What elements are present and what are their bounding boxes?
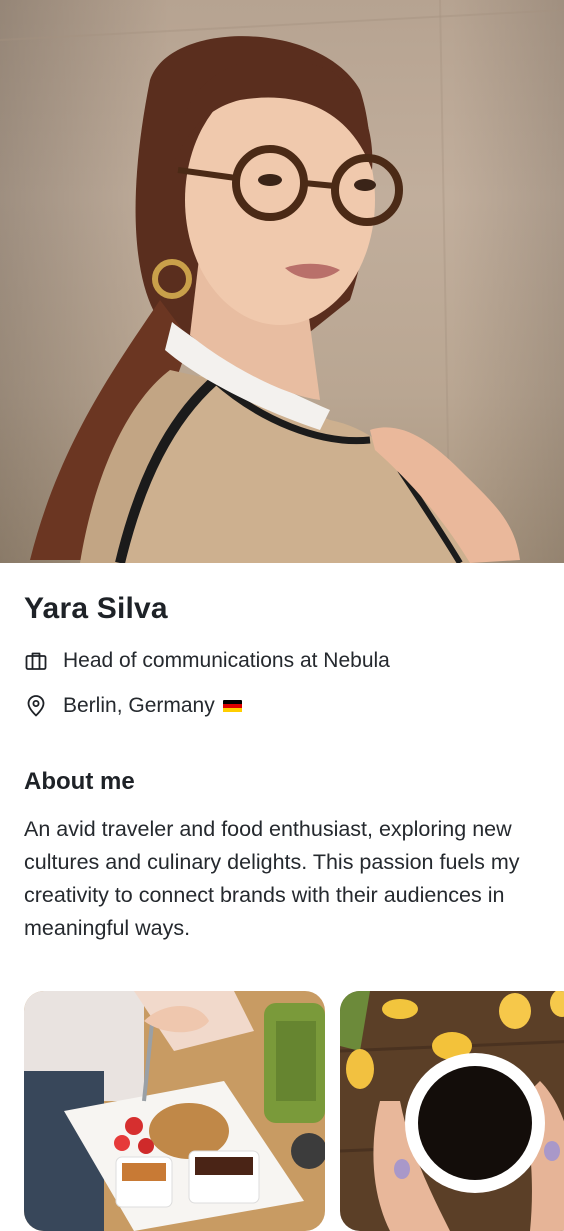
profile-location: Berlin, Germany bbox=[63, 694, 215, 717]
gallery-photo-coffee[interactable] bbox=[340, 991, 564, 1231]
briefcase-icon bbox=[24, 649, 48, 673]
profile-role: Head of communications at Nebula bbox=[63, 649, 390, 672]
location-pin-icon bbox=[24, 694, 48, 718]
about-text: An avid traveler and food enthusiast, ex… bbox=[24, 817, 520, 940]
gallery-photo-food[interactable] bbox=[24, 991, 325, 1231]
about-heading: About me bbox=[24, 768, 135, 795]
profile-role-row: Head of communications at Nebula bbox=[24, 647, 390, 675]
profile-photo bbox=[0, 0, 564, 563]
profile-location-row: Berlin, Germany bbox=[24, 692, 242, 720]
profile-name: Yara Silva bbox=[24, 592, 168, 625]
germany-flag-icon bbox=[222, 699, 242, 713]
